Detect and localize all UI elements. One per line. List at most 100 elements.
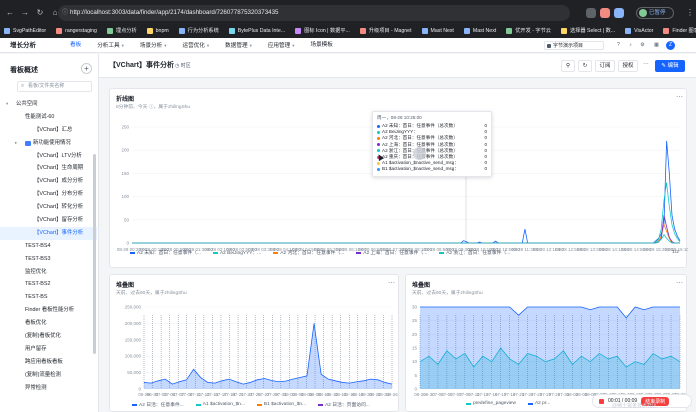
sidebar-item-label: 新功能使用情况	[33, 139, 71, 146]
menu-label: 看板	[70, 42, 82, 48]
sidebar-item[interactable]: TEST-BS3	[0, 253, 97, 266]
bookmark-item[interactable]: VisActor	[625, 27, 653, 34]
bookmark-item[interactable]: SvgPathEditor	[4, 27, 46, 34]
menu-item[interactable]: 运营优化 ▾	[183, 38, 210, 53]
menu-item[interactable]: 数据管理 ▾	[225, 38, 252, 53]
extension-icon[interactable]	[600, 8, 610, 18]
bookmark-item[interactable]: 行为分析系统	[178, 27, 219, 34]
bookmark-item[interactable]: 选择器 Select | 数...	[560, 27, 615, 34]
settings-icon[interactable]: ⚙	[638, 41, 647, 50]
legend-item[interactable]: A2 浙江：首日：任意事件（...	[439, 249, 510, 256]
tooltip-label: B1 $activation_$nactive_send_msg：	[382, 166, 459, 172]
sidebar-item[interactable]: (复制)看板优化	[0, 330, 97, 343]
chart-title[interactable]: 折线图	[116, 94, 134, 103]
legend-item[interactable]: A1 $activation_$n...	[195, 402, 245, 407]
edit-button[interactable]: ✎ 编辑	[655, 60, 685, 72]
bookmark-item[interactable]: 优开发 - 字节云	[506, 27, 551, 34]
extension-icon[interactable]	[586, 8, 596, 18]
grid-icon[interactable]: ▦	[652, 41, 661, 50]
sidebar-item[interactable]: 跨应用看板看板	[0, 356, 97, 369]
reload-icon[interactable]: ↻	[35, 8, 45, 18]
more-icon[interactable]: ⋯	[388, 279, 395, 287]
back-icon[interactable]: ←	[5, 8, 15, 18]
legend-item[interactable]: A2 日活：页面访问...	[318, 401, 370, 408]
menu-icon[interactable]: ⋮	[685, 8, 695, 18]
search-input[interactable]: ⌕ 看板/文件夹名称	[17, 81, 92, 92]
more-icon[interactable]: ⋯	[641, 60, 651, 72]
sidebar-item[interactable]: 看板优化	[0, 317, 97, 330]
bookmark-item[interactable]: rangerstaging	[56, 27, 97, 34]
sidebar-item[interactable]: ▸ 新功能使用情况	[0, 137, 97, 150]
expand-icon[interactable]: ▸	[15, 137, 17, 150]
sidebar-item[interactable]: 【VChart】LTV分析	[0, 150, 97, 163]
menu-item[interactable]: 看板	[70, 38, 81, 53]
forward-icon[interactable]: →	[20, 8, 30, 18]
chart-title[interactable]: 堆叠图	[116, 280, 134, 289]
project-select[interactable]: 字节演示项目	[544, 41, 604, 50]
menu-item[interactable]: 场景分析 ▾	[140, 38, 167, 53]
profile-button[interactable]: 已暂停	[636, 7, 674, 19]
sidebar-item[interactable]: 监控优化	[0, 266, 97, 279]
browser-chrome: ← → ↻ ⌂ ⓘ http://localhost:3003/data/fin…	[0, 0, 696, 38]
bookmark-item[interactable]: 图标 Icon | 数据平...	[295, 27, 350, 34]
notification-icon[interactable]: ♪	[626, 41, 635, 50]
sidebar-item[interactable]: 性能测试-60	[0, 111, 97, 124]
menu-item[interactable]: 分析工具 ▾	[97, 38, 124, 53]
url-bar[interactable]: ⓘ http://localhost:3003/data/finder/app/…	[58, 5, 570, 21]
menu-item[interactable]: 场景模板	[310, 38, 332, 53]
bookmark-item[interactable]: 埋点分析	[106, 27, 137, 34]
bookmark-item[interactable]: Mast Next	[421, 27, 454, 34]
sidebar-item[interactable]: 【VChart】生命周期	[0, 162, 97, 175]
sidebar-item-label: TEST-BS4	[25, 242, 51, 249]
sidebar-item[interactable]: 【VChart】分布分析	[0, 188, 97, 201]
sidebar-item[interactable]: (复制)流量检测	[0, 369, 97, 382]
sidebar-item[interactable]: Finder 看板性能分析	[0, 304, 97, 317]
legend-item[interactable]: A2 河北：首日：任意事件（...	[273, 249, 344, 256]
bookmark-item[interactable]: bnpm	[146, 27, 169, 34]
sidebar-item[interactable]: TEST-BS2	[0, 278, 97, 291]
user-avatar[interactable]: Z	[666, 41, 675, 50]
legend-label: A2 河北：首日：任意事件（...	[280, 251, 345, 256]
sidebar-scrollbar[interactable]	[93, 154, 96, 354]
help-icon[interactable]: ?	[614, 41, 623, 50]
expand-icon[interactable]: ▾	[6, 98, 8, 111]
legend-pager[interactable]: 1/2	[672, 250, 679, 255]
legend-label: predefine_pageview	[473, 401, 516, 406]
legend-swatch	[356, 251, 362, 254]
sidebar-item[interactable]: 【VChart】留存分析	[0, 214, 97, 227]
add-dashboard-button[interactable]: +	[81, 63, 92, 74]
info-icon[interactable]: ⓘ	[62, 5, 68, 21]
sidebar-item[interactable]: 【VChart】转化分析	[0, 201, 97, 214]
menu-item[interactable]: 应用管理 ▾	[268, 38, 295, 53]
app-logo[interactable]: 增长分析	[10, 38, 36, 53]
legend-item[interactable]: A2 日活：任意事件...	[132, 401, 184, 408]
sidebar-item[interactable]: 【VChart】事件分析	[0, 226, 97, 240]
sidebar-item[interactable]: TEST-BS4	[0, 240, 97, 253]
legend-item[interactable]: A2 上海：首日：任意事件（...	[356, 249, 427, 256]
legend-item[interactable]: A2 BeiJingYYY：...	[212, 249, 261, 256]
refresh-button[interactable]: ↻	[578, 60, 592, 72]
sidebar-item[interactable]: 【VChart】成分分析	[0, 175, 97, 188]
more-icon[interactable]: ⋯	[676, 279, 683, 287]
filter-button[interactable]: ⚲	[561, 60, 575, 72]
bookmark-item[interactable]: BytePlus Data Inte...	[228, 27, 285, 34]
sidebar-item-label: 【VChart】成分分析	[34, 178, 84, 185]
extension-icon[interactable]	[614, 8, 624, 18]
sidebar-item[interactable]: ▾ 公共空间	[0, 98, 97, 111]
sidebar-item[interactable]: 【VChart】汇总	[0, 124, 97, 137]
timezone-label[interactable]: ◷ 时区	[175, 54, 191, 78]
chart-title[interactable]: 堆叠图	[412, 280, 430, 289]
legend-item[interactable]: A2 pr...	[527, 401, 550, 406]
bookmark-item[interactable]: Finder 图表业务场...	[663, 27, 696, 34]
sidebar-item[interactable]: TEST-BS	[0, 291, 97, 304]
bookmark-item[interactable]: 升级项目 - Magnet	[359, 27, 412, 34]
legend-item[interactable]: predefine_pageview	[466, 401, 516, 406]
legend-item[interactable]: A2 未知：首日：任意事件（...	[130, 249, 201, 256]
sidebar-item[interactable]: 用户留存	[0, 343, 97, 356]
more-icon[interactable]: ⋯	[676, 93, 683, 101]
bookmark-item[interactable]: Mast Next	[463, 27, 496, 34]
authorize-button[interactable]: 授权	[618, 60, 638, 72]
subscribe-button[interactable]: 订阅	[595, 60, 615, 72]
legend-item[interactable]: B1 $activation_$n...	[256, 402, 306, 407]
sidebar-item[interactable]: 异常检测	[0, 382, 97, 395]
